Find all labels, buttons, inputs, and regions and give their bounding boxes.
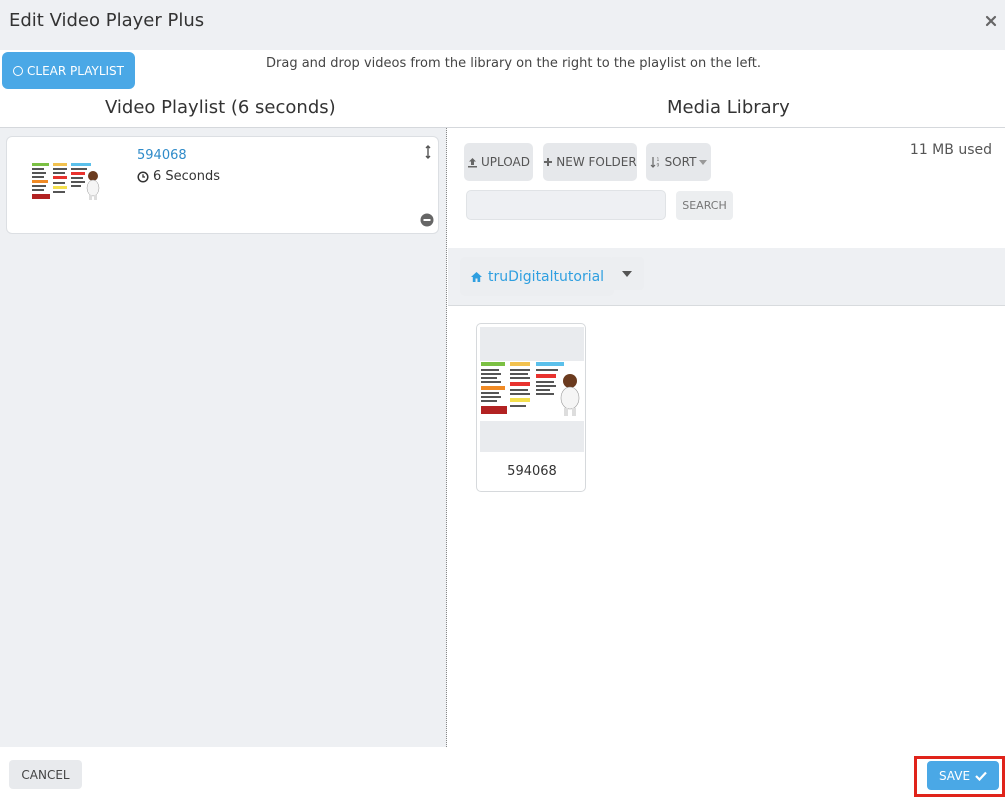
drag-handle-icon[interactable]	[425, 144, 431, 163]
upload-label: UPLOAD	[481, 155, 530, 169]
playlist-item-name[interactable]: 594068	[137, 148, 187, 163]
sort-label: SORT	[664, 155, 697, 169]
media-library-pane: UPLOAD NEW FOLDER 19 SORT 11 MB used SEA…	[448, 128, 1005, 747]
clear-playlist-label: CLEAR PLAYLIST	[27, 63, 124, 78]
media-item-thumbnail	[480, 327, 584, 452]
caret-down-icon	[622, 270, 632, 277]
breadcrumb: truDigitaltutorial	[448, 248, 1005, 306]
cancel-button[interactable]: CANCEL	[9, 760, 82, 789]
sort-icon: 19	[650, 157, 659, 169]
instructions-text: Drag and drop videos from the library on…	[266, 56, 762, 71]
folder-dropdown-button[interactable]	[610, 257, 644, 290]
remove-icon[interactable]	[420, 212, 434, 227]
playlist-item-duration: 6 Seconds	[137, 169, 220, 184]
breadcrumb-folder-label: truDigitaltutorial	[488, 268, 605, 285]
modal-footer: CANCEL SAVE	[0, 747, 1005, 798]
playlist-item[interactable]: 594068 6 Seconds	[6, 136, 439, 234]
clear-playlist-button[interactable]: CLEAR PLAYLIST	[2, 52, 135, 89]
modal-header: Edit Video Player Plus	[0, 0, 1005, 50]
storage-usage: 11 MB used	[909, 142, 992, 158]
playlist-item-thumbnail	[31, 162, 103, 204]
media-item-name: 594068	[507, 464, 557, 479]
upload-icon	[468, 157, 478, 167]
search-input[interactable]	[466, 190, 666, 220]
save-button[interactable]: SAVE	[927, 761, 999, 790]
clock-icon	[137, 170, 149, 183]
media-item[interactable]: 594068	[476, 323, 586, 492]
caret-down-icon	[699, 159, 708, 165]
playlist-title: Video Playlist (6 seconds)	[105, 97, 336, 118]
search-button[interactable]: SEARCH	[676, 191, 733, 220]
sort-button[interactable]: 19 SORT	[646, 143, 711, 181]
save-label: SAVE	[938, 768, 971, 783]
circle-icon	[13, 65, 23, 76]
new-folder-label: NEW FOLDER	[556, 155, 637, 169]
new-folder-button[interactable]: NEW FOLDER	[543, 143, 637, 181]
check-icon	[975, 771, 987, 781]
media-library-title: Media Library	[667, 97, 790, 118]
library-toolbar: UPLOAD NEW FOLDER 19 SORT 11 MB used SEA…	[448, 128, 1005, 248]
upload-button[interactable]: UPLOAD	[464, 143, 533, 181]
playlist-toolbar: CLEAR PLAYLIST Drag and drop videos from…	[0, 50, 1005, 128]
close-icon[interactable]	[984, 13, 998, 29]
breadcrumb-folder[interactable]: truDigitaltutorial	[460, 257, 615, 296]
home-icon	[471, 271, 482, 282]
duration-label: 6 Seconds	[153, 169, 221, 184]
svg-text:1: 1	[656, 157, 659, 163]
plus-icon	[544, 158, 553, 166]
playlist-pane: 594068 6 Seconds	[0, 128, 447, 747]
modal-title: Edit Video Player Plus	[9, 10, 205, 31]
svg-text:9: 9	[656, 163, 659, 169]
